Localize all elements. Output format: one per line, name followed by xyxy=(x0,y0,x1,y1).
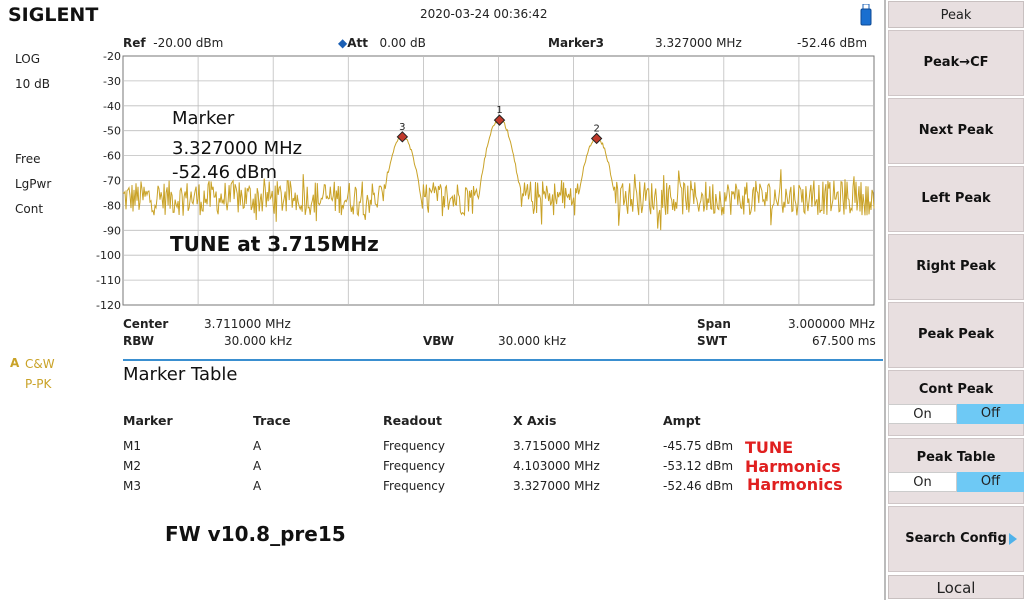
cell-ampt: -45.75 dBm xyxy=(663,439,734,453)
col-trace: Trace xyxy=(253,413,291,428)
overlay-marker-freq: 3.327000 MHz xyxy=(172,138,302,159)
peak-table-on[interactable]: On xyxy=(888,472,957,492)
arrow-right-icon xyxy=(1009,533,1017,545)
trace-label: A xyxy=(10,356,20,370)
y-tick-label: -90 xyxy=(103,224,121,237)
row-note: TUNE xyxy=(745,438,794,457)
marker-3-label: 3 xyxy=(399,122,405,133)
tune-note: TUNE at 3.715MHz xyxy=(170,232,379,256)
right-peak-label: Right Peak xyxy=(916,259,996,274)
peak-table-label: Peak Table xyxy=(916,450,996,465)
overlay-marker-ampl: -52.46 dBm xyxy=(172,162,277,183)
row-note: Harmonics xyxy=(747,475,843,494)
col-readout: Readout xyxy=(383,413,442,428)
left-peak-label: Left Peak xyxy=(921,191,991,206)
peak-peak-button[interactable]: Peak Peak xyxy=(888,302,1024,368)
cell-trace: A xyxy=(253,479,262,493)
cont-peak-off[interactable]: Off xyxy=(957,404,1024,424)
span-value: 3.000000 MHz xyxy=(788,317,875,331)
peak-peak-label: Peak Peak xyxy=(917,327,995,342)
peak-cf-button[interactable]: Peak→CF xyxy=(888,30,1024,96)
y-tick-label: -30 xyxy=(103,75,121,88)
cell-x-axis: 3.327000 MHz xyxy=(513,479,600,493)
cell-readout: Frequency xyxy=(383,459,445,473)
y-tick-label: -100 xyxy=(96,249,121,262)
section-divider xyxy=(123,359,883,361)
cell-readout: Frequency xyxy=(383,439,445,453)
detector: P-PK xyxy=(25,377,52,391)
right-peak-button[interactable]: Right Peak xyxy=(888,234,1024,300)
peak-table-toggle[interactable]: On Off xyxy=(888,472,1024,492)
cell-ampt: -53.12 dBm xyxy=(663,459,734,473)
y-tick-label: -110 xyxy=(96,274,121,287)
spectrum-plot[interactable]: -20 -30 -40 -50 -60 -70 -80 -90 -100 -110 -120 1 2 3… xyxy=(0,0,884,320)
cell-x-axis: 3.715000 MHz xyxy=(513,439,600,453)
local-button[interactable]: Local xyxy=(888,575,1024,599)
marker-table-title: Marker Table xyxy=(123,364,238,385)
span-label: Span xyxy=(697,317,731,331)
cont-peak-button[interactable]: Cont Peak xyxy=(888,370,1024,436)
col-ampt: Ampt xyxy=(663,413,701,428)
next-peak-button[interactable]: Next Peak xyxy=(888,98,1024,164)
row-note: Harmonics xyxy=(745,457,841,476)
cell-marker: M1 xyxy=(123,439,141,453)
search-config-label: Search Config xyxy=(905,531,1007,546)
col-marker: Marker xyxy=(123,413,173,428)
col-x-axis: X Axis xyxy=(513,413,557,428)
cell-trace: A xyxy=(253,439,262,453)
cont-peak-label: Cont Peak xyxy=(918,382,994,397)
overlay-marker-title: Marker xyxy=(172,108,235,129)
swt-label: SWT xyxy=(697,334,728,348)
cell-readout: Frequency xyxy=(383,479,445,493)
next-peak-label: Next Peak xyxy=(918,123,994,138)
cont-peak-on[interactable]: On xyxy=(888,404,957,424)
center-label: Center xyxy=(123,317,169,331)
peak-table-off[interactable]: Off xyxy=(957,472,1024,492)
firmware-note: FW v10.8_pre15 xyxy=(165,522,346,546)
marker-2-label: 2 xyxy=(593,123,599,134)
search-config-button[interactable]: Search Config xyxy=(888,506,1024,572)
marker-1-label: 1 xyxy=(496,105,502,116)
peak-table-button[interactable]: Peak Table xyxy=(888,438,1024,504)
softkey-panel: Peak Peak→CF Next Peak Left Peak Right P… xyxy=(884,0,1024,600)
y-tick-label: -40 xyxy=(103,100,121,113)
vbw-value: 30.000 kHz xyxy=(498,334,567,348)
cell-x-axis: 4.103000 MHz xyxy=(513,459,600,473)
panel-title: Peak xyxy=(888,1,1024,28)
y-tick-label: -70 xyxy=(103,175,121,188)
cell-marker: M2 xyxy=(123,459,141,473)
rbw-value: 30.000 kHz xyxy=(224,334,293,348)
y-tick-label: -60 xyxy=(103,150,121,163)
cell-ampt: -52.46 dBm xyxy=(663,479,734,493)
center-value: 3.711000 MHz xyxy=(204,317,291,331)
cell-marker: M3 xyxy=(123,479,141,493)
y-tick-label: -120 xyxy=(96,299,121,312)
swt-value: 67.500 ms xyxy=(812,334,876,348)
y-tick-label: -50 xyxy=(103,125,121,138)
peak-cf-label: Peak→CF xyxy=(923,55,989,70)
left-peak-button[interactable]: Left Peak xyxy=(888,166,1024,232)
cell-trace: A xyxy=(253,459,262,473)
cont-peak-toggle[interactable]: On Off xyxy=(888,404,1024,424)
y-axis-labels: -20 -30 -40 -50 -60 -70 -80 -90 -100 -110 -120 xyxy=(96,50,121,312)
y-tick-label: -80 xyxy=(103,199,121,212)
rbw-label: RBW xyxy=(123,334,154,348)
vbw-label: VBW xyxy=(423,334,455,348)
trace-mode: C&W xyxy=(25,357,55,371)
y-tick-label: -20 xyxy=(103,50,121,63)
